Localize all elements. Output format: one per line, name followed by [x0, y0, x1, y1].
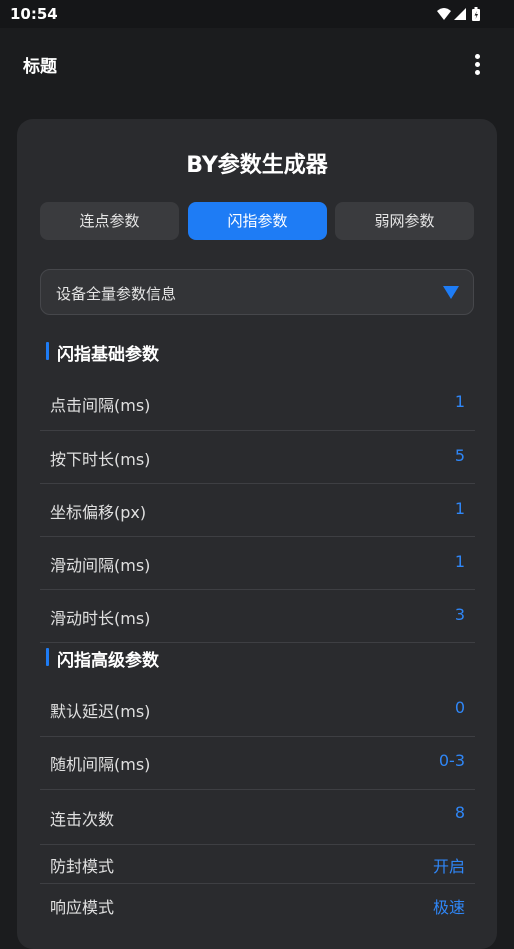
menu-dot: [475, 62, 480, 67]
param-label: 滑动间隔(ms): [50, 556, 151, 575]
section-heading-advanced: 闪指高级参数: [57, 651, 159, 671]
param-label: 默认延迟(ms): [50, 702, 151, 721]
param-value[interactable]: 0-3: [439, 751, 465, 770]
dropdown-selected: 设备全量参数信息: [56, 285, 177, 303]
param-label: 随机间隔(ms): [50, 755, 151, 774]
param-value[interactable]: 开启: [433, 853, 465, 877]
param-label: 响应模式: [50, 898, 115, 917]
tab-weak-network-params[interactable]: 弱网参数: [335, 202, 474, 240]
tab-click-params[interactable]: 连点参数: [40, 202, 179, 240]
menu-dot: [475, 70, 480, 75]
param-row[interactable]: 按下时长(ms) 5: [40, 431, 475, 484]
section-marker: [46, 648, 49, 666]
status-icons: [436, 6, 484, 22]
param-row[interactable]: 点击间隔(ms) 1: [40, 375, 475, 431]
parameter-card: BY参数生成器 连点参数 闪指参数 弱网参数 设备全量参数信息 闪指基础参数 点…: [17, 119, 497, 949]
device-info-dropdown[interactable]: 设备全量参数信息: [40, 269, 474, 315]
param-row[interactable]: 滑动时长(ms) 3: [40, 590, 475, 643]
param-label: 点击间隔(ms): [50, 396, 151, 415]
param-value[interactable]: 3: [455, 605, 465, 624]
param-value[interactable]: 0: [455, 698, 465, 717]
section-heading-basic: 闪指基础参数: [57, 345, 159, 365]
param-value[interactable]: 极速: [433, 894, 465, 918]
more-vert-icon[interactable]: [464, 52, 490, 78]
param-label: 防封模式: [50, 857, 115, 876]
param-row[interactable]: 坐标偏移(px) 1: [40, 484, 475, 537]
param-label: 连击次数: [50, 810, 115, 829]
signal-icon: [454, 8, 466, 20]
param-row[interactable]: 连击次数 8: [40, 790, 475, 845]
param-value[interactable]: 1: [455, 499, 465, 518]
param-value[interactable]: 1: [455, 552, 465, 571]
param-row[interactable]: 滑动间隔(ms) 1: [40, 537, 475, 590]
app-bar: 标题: [0, 28, 514, 98]
param-row[interactable]: 响应模式 极速: [40, 884, 475, 920]
card-title: BY参数生成器: [186, 153, 328, 178]
triangle-down-icon: [443, 286, 459, 299]
param-value[interactable]: 8: [455, 803, 465, 822]
section-marker: [46, 342, 49, 360]
param-value[interactable]: 1: [455, 392, 465, 411]
menu-dot: [475, 54, 480, 59]
wifi-icon: [437, 8, 451, 20]
status-bar: 10:54: [0, 0, 514, 28]
status-time: 10:54: [10, 5, 58, 23]
param-value[interactable]: 5: [455, 446, 465, 465]
param-row[interactable]: 随机间隔(ms) 0-3: [40, 737, 475, 790]
param-label: 坐标偏移(px): [50, 503, 147, 522]
app-title: 标题: [23, 57, 57, 77]
param-row[interactable]: 防封模式 开启: [40, 845, 475, 884]
param-label: 滑动时长(ms): [50, 609, 151, 628]
tab-flash-params[interactable]: 闪指参数: [188, 202, 327, 240]
battery-icon: [472, 7, 480, 21]
param-row[interactable]: 默认延迟(ms) 0: [40, 682, 475, 737]
param-label: 按下时长(ms): [50, 450, 151, 469]
